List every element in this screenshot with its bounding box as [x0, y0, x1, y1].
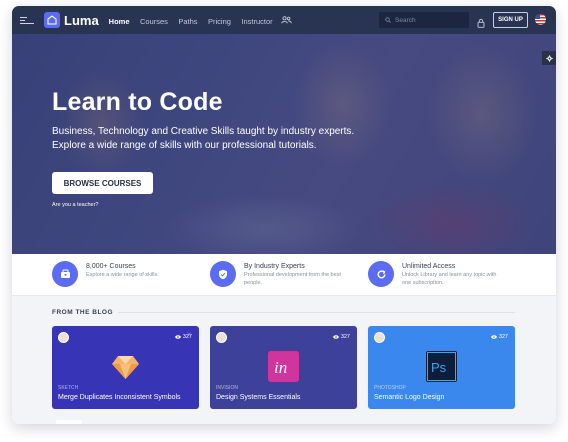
card-title[interactable]: Merge Duplicates Inconsistent Symbols	[58, 394, 181, 401]
search-input[interactable]	[395, 16, 465, 24]
search-icon	[385, 17, 391, 23]
feature-access: Unlimited Access Unlock Library and lear…	[368, 261, 502, 287]
card-category: SKETCH	[58, 385, 79, 391]
eye-icon	[491, 335, 497, 339]
feature-title: 8,000+ Courses	[86, 263, 136, 270]
hero-subtitle-line2: Explore a wide range of skills with our …	[52, 139, 317, 151]
browse-courses-button[interactable]: BROWSE COURSES	[52, 172, 153, 194]
nav-home[interactable]: Home	[109, 17, 130, 26]
invision-logo-icon: in	[268, 351, 299, 382]
divider	[118, 312, 515, 313]
feature-courses: 8,000+ Courses Explore a wide range of s…	[52, 261, 186, 287]
browser-frame: Luma Home Courses Paths Pricing Instruct…	[12, 6, 556, 424]
blog-card-invision[interactable]: 327 in INVISION Design Systems Essential…	[210, 326, 357, 409]
avatar[interactable]	[374, 332, 385, 343]
feature-title: By Industry Experts	[244, 263, 305, 270]
view-count: 327	[491, 334, 508, 340]
view-count: 327	[175, 334, 192, 340]
features-strip: 8,000+ Courses Explore a wide range of s…	[12, 254, 556, 296]
feature-experts: By Industry Experts Professional develop…	[210, 261, 344, 287]
nav-pricing[interactable]: Pricing	[208, 17, 231, 26]
menu-toggle-button[interactable]	[20, 13, 34, 27]
blog-card-sketch[interactable]: 327 SKETCH Merge Duplicates Inconsistent…	[52, 326, 199, 409]
us-flag-icon[interactable]	[535, 14, 546, 25]
card-category: PHOTOSHOP	[374, 385, 406, 391]
feature-title: Unlimited Access	[402, 263, 456, 270]
blog-card-photoshop[interactable]: 327 Ps PHOTOSHOP Semantic Logo Design	[368, 326, 515, 409]
avatar[interactable]	[216, 332, 227, 343]
luma-logo-icon[interactable]	[44, 12, 60, 28]
next-section-stub	[56, 420, 82, 424]
svg-text:Ps: Ps	[431, 360, 447, 375]
views-value: 327	[182, 334, 192, 340]
blog-section-title: FROM THE BLOG	[52, 309, 114, 316]
nav-paths[interactable]: Paths	[178, 17, 197, 26]
top-navbar: Luma Home Courses Paths Pricing Instruct…	[12, 6, 556, 34]
lock-icon[interactable]	[477, 15, 485, 33]
app-name[interactable]: Luma	[64, 13, 99, 28]
gear-icon	[545, 54, 553, 62]
teacher-link[interactable]: Are you a teacher?	[52, 202, 372, 208]
photoshop-logo-icon: Ps	[426, 351, 457, 382]
hero-banner: Learn to Code Business, Technology and C…	[12, 34, 556, 254]
card-category: INVISION	[216, 385, 238, 391]
signup-button[interactable]: SIGN UP	[493, 12, 528, 28]
settings-gear-button[interactable]	[542, 51, 556, 65]
refresh-icon	[368, 261, 394, 287]
eye-icon	[333, 335, 339, 339]
hero-title: Learn to Code	[52, 88, 223, 116]
views-value: 327	[498, 334, 508, 340]
nav-instructor[interactable]: Instructor	[241, 17, 272, 26]
hero-subtitle: Business, Technology and Creative Skills…	[52, 125, 372, 152]
hero-subtitle-line1: Business, Technology and Creative Skills…	[52, 126, 355, 137]
card-title[interactable]: Semantic Logo Design	[374, 394, 444, 401]
svg-text:in: in	[274, 358, 287, 377]
shield-check-icon	[210, 261, 236, 287]
avatar[interactable]	[58, 332, 69, 343]
sketch-diamond-icon	[112, 356, 139, 379]
eye-icon	[175, 335, 181, 339]
feature-desc: Professional development from the best p…	[244, 272, 341, 286]
main-nav: Home Courses Paths Pricing Instructor	[109, 11, 279, 29]
people-icon[interactable]	[280, 11, 292, 29]
view-count: 327	[333, 334, 350, 340]
feature-desc: Unlock Library and learn any topic with …	[402, 272, 497, 286]
feature-desc: Explore a wide range of skills.	[86, 272, 159, 278]
search-box	[379, 12, 469, 28]
nav-courses[interactable]: Courses	[140, 17, 168, 26]
courses-icon	[52, 261, 78, 287]
card-title[interactable]: Design Systems Essentials	[216, 394, 300, 401]
views-value: 327	[340, 334, 350, 340]
hero-content: Learn to Code Business, Technology and C…	[52, 88, 372, 208]
